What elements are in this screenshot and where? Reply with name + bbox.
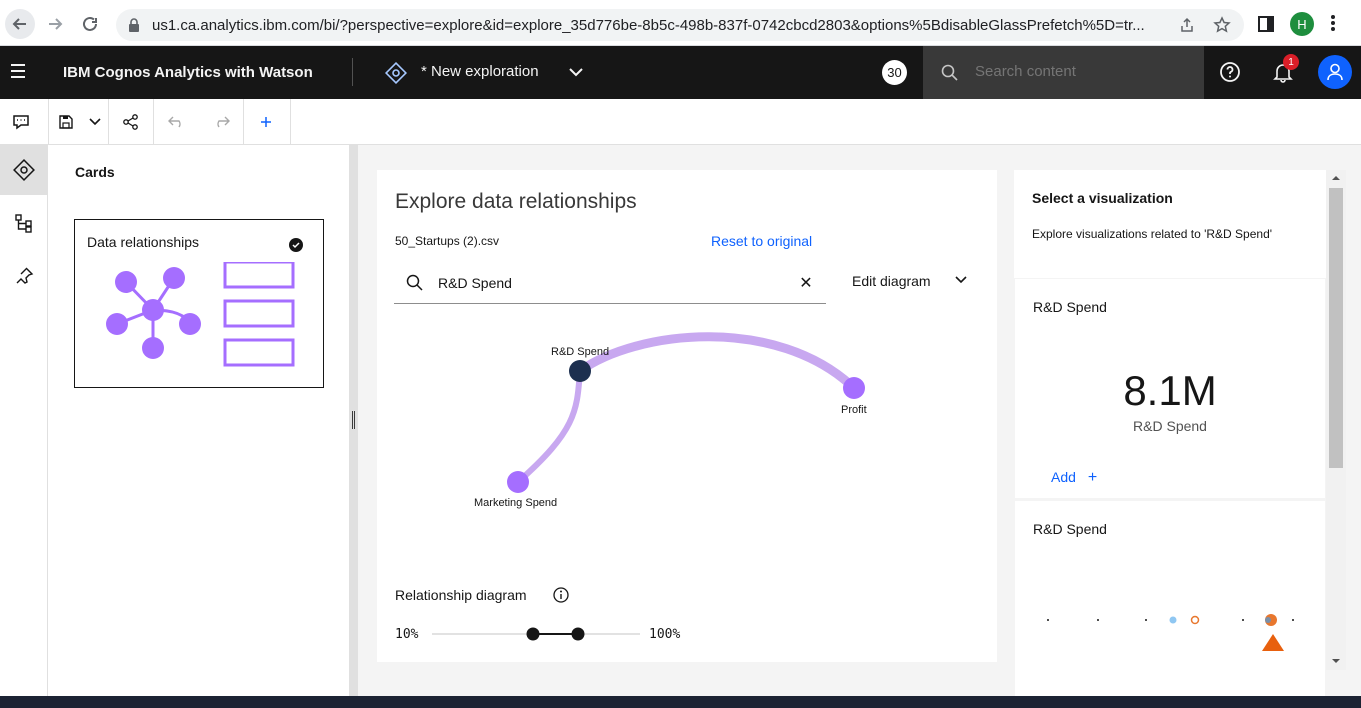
comment-icon[interactable]	[10, 111, 32, 133]
kpi-viz-card[interactable]: R&D Spend 8.1M R&D Spend Add +	[1015, 279, 1325, 498]
save-dropdown-chevron-icon[interactable]	[84, 111, 106, 133]
kpi-value: 8.1M	[1123, 367, 1217, 414]
browser-toolbar: us1.ca.analytics.ibm.com/bi/?perspective…	[0, 0, 1361, 46]
star-icon[interactable]	[1213, 16, 1231, 34]
dataset-name: 50_Startups (2).csv	[395, 234, 500, 248]
relationship-range-slider[interactable]	[432, 624, 642, 644]
chevron-down-icon[interactable]	[955, 276, 967, 284]
chevron-down-icon[interactable]	[568, 66, 584, 78]
explore-title: Explore data relationships	[395, 190, 637, 213]
user-avatar-button[interactable]	[1318, 55, 1352, 89]
node-marketing-spend[interactable]	[507, 471, 529, 493]
viz-panel-description: Explore visualizations related to 'R&D S…	[1032, 227, 1273, 241]
scroll-down-icon[interactable]	[1331, 658, 1341, 664]
share-icon[interactable]	[1179, 17, 1195, 33]
data-relationships-card[interactable]: Data relationships	[74, 219, 324, 388]
viz-panel-scrollbar[interactable]	[1326, 170, 1346, 670]
relationship-graph	[507, 332, 865, 493]
node-label-profit: Profit	[841, 404, 867, 416]
toolbar	[0, 99, 1361, 145]
back-arrow-icon	[12, 18, 26, 30]
rail-cards-button[interactable]	[0, 145, 47, 195]
search-box[interactable]	[923, 46, 1204, 99]
count-badge[interactable]: 30	[882, 60, 907, 85]
viz-panel-title: Select a visualization	[1032, 190, 1173, 206]
save-icon[interactable]	[55, 111, 77, 133]
lock-icon	[129, 18, 139, 32]
scatter-viz-card[interactable]: R&D Spend	[1015, 501, 1325, 696]
rail-data-tree-button[interactable]	[0, 198, 47, 248]
reload-icon	[83, 16, 97, 31]
card-label: Data relationships	[87, 234, 200, 250]
exploration-title[interactable]: * New exploration	[421, 63, 539, 80]
explore-relationships-card: Explore data relationships 50_Startups (…	[377, 170, 997, 662]
slider-max-handle	[571, 627, 585, 641]
info-icon[interactable]	[553, 587, 569, 603]
add-icon[interactable]	[255, 111, 277, 133]
forward-button[interactable]	[40, 9, 70, 39]
slider-max-label: 100%	[649, 627, 681, 642]
url-text: us1.ca.analytics.ibm.com/bi/?perspective…	[152, 17, 1145, 34]
relationship-diagram-label: Relationship diagram	[395, 587, 527, 603]
sidepanel-icon[interactable]	[1258, 16, 1274, 32]
node-label-marketing-spend: Marketing Spend	[474, 497, 558, 509]
hamburger-menu-icon[interactable]	[8, 60, 32, 84]
slider-min-label: 10%	[395, 627, 419, 642]
redo-icon[interactable]	[210, 111, 232, 133]
search-input[interactable]	[975, 63, 1175, 80]
cards-panel-title: Cards	[75, 164, 115, 180]
edge-rd-marketing	[516, 370, 583, 485]
node-profit[interactable]	[843, 377, 865, 399]
app-header: IBM Cognos Analytics with Watson * New e…	[0, 46, 1361, 99]
scatter-card-title: R&D Spend	[1033, 521, 1107, 537]
reset-to-original-link[interactable]: Reset to original	[711, 233, 812, 249]
address-bar[interactable]: us1.ca.analytics.ibm.com/bi/?perspective…	[116, 9, 1244, 41]
plus-icon: +	[1087, 469, 1098, 486]
field-search[interactable]: R&D Spend ✕	[394, 264, 826, 304]
scroll-thumb[interactable]	[1329, 188, 1343, 468]
clear-search-icon[interactable]: ✕	[795, 272, 817, 294]
edge-rd-profit	[577, 332, 858, 392]
back-button[interactable]	[5, 9, 35, 39]
pin-icon	[16, 267, 33, 284]
viz-panel-header: Select a visualization Explore visualiza…	[1014, 170, 1326, 278]
search-input-value[interactable]: R&D Spend	[438, 275, 512, 291]
exploration-icon	[385, 62, 407, 84]
slider-min-handle	[526, 627, 540, 641]
header-divider	[352, 58, 353, 86]
share-network-icon[interactable]	[120, 111, 142, 133]
node-rd-spend[interactable]	[569, 360, 591, 382]
notification-badge: 1	[1283, 54, 1299, 70]
visualization-panel: Select a visualization Explore visualiza…	[1014, 170, 1326, 696]
exploration-cards-icon	[12, 159, 35, 181]
help-icon[interactable]	[1219, 61, 1241, 83]
add-viz-button[interactable]: Add +	[1051, 469, 1097, 487]
profile-avatar[interactable]: H	[1290, 12, 1314, 36]
rail-pin-button[interactable]	[0, 251, 47, 301]
undo-icon[interactable]	[166, 111, 188, 133]
product-name: IBM Cognos Analytics with Watson	[63, 64, 313, 81]
search-icon	[941, 64, 958, 81]
network-diagram-illustration	[106, 262, 295, 367]
node-label-rd-spend: R&D Spend	[551, 346, 610, 358]
os-taskbar	[0, 696, 1361, 708]
forward-arrow-icon	[49, 18, 63, 30]
kpi-label: R&D Spend	[1133, 418, 1207, 434]
scroll-up-icon[interactable]	[1331, 175, 1341, 181]
add-label: Add	[1051, 469, 1076, 485]
panel-splitter[interactable]	[349, 145, 358, 696]
data-tree-icon	[14, 214, 32, 233]
reload-button[interactable]	[75, 9, 105, 39]
left-rail	[0, 145, 48, 696]
checkmark-filled-icon	[289, 238, 303, 252]
kpi-card-title: R&D Spend	[1033, 299, 1107, 315]
browser-menu-icon[interactable]	[1330, 14, 1336, 32]
edit-diagram-dropdown[interactable]: Edit diagram	[852, 273, 931, 289]
mini-scatter-chart	[1047, 614, 1294, 651]
user-icon	[1327, 63, 1343, 81]
search-icon	[406, 274, 423, 291]
cards-panel: Cards Data relationships	[49, 145, 349, 696]
